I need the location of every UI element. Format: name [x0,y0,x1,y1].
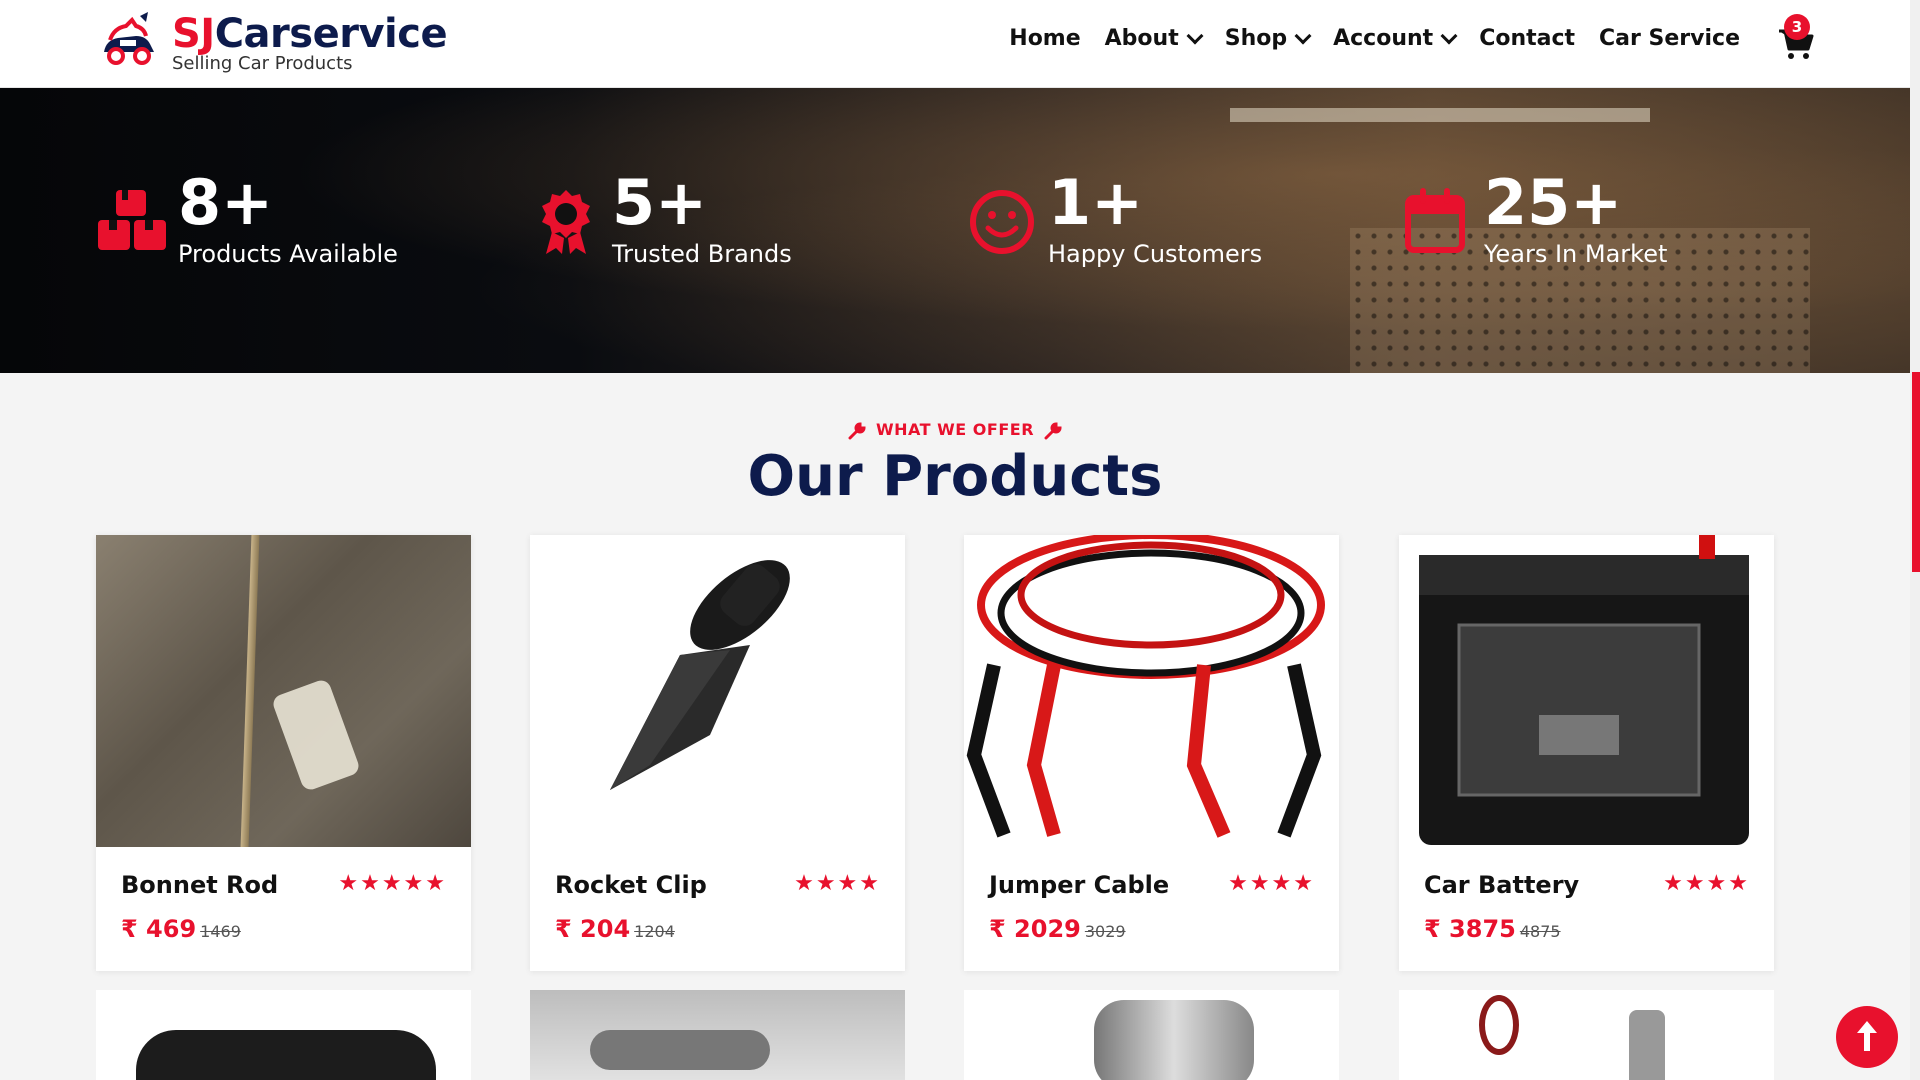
stat-years: 25+ Years In Market [1402,168,1667,268]
stat-products: 8+ Products Available [96,168,398,268]
nav-shop-label: Shop [1224,26,1288,51]
jumper-cable-shape [966,535,1325,838]
price-old: 4875 [1519,922,1561,941]
stat-years-value: 25+ [1484,166,1623,239]
wrench-icon [1044,421,1062,439]
product-price: ₹ 2029 3029 [989,915,1126,943]
chevron-down-icon [1440,27,1458,44]
product-image-car-battery[interactable] [1399,535,1774,847]
rocket-clip-shape [610,560,790,790]
wrench-icon [848,421,866,439]
price-current: ₹ 2029 [989,915,1081,943]
stat-products-value: 8+ [178,166,274,239]
award-icon [542,190,590,254]
stat-products-label: Products Available [178,240,398,268]
stat-years-label: Years In Market [1484,240,1668,268]
scroll-to-top-button[interactable] [1836,1006,1898,1068]
chevron-down-icon [1294,27,1312,44]
product-card-partial[interactable] [530,990,905,1080]
product-card-partial[interactable] [964,990,1339,1080]
price-old: 1469 [200,922,241,941]
stat-brands-label: Trusted Brands [612,240,792,268]
product-card[interactable]: Jumper Cable ★★★★ ₹ 2029 3029 [964,535,1339,971]
product-name[interactable]: Jumper Cable [989,871,1169,899]
product-image-jumper-cable[interactable] [964,535,1339,847]
nav-car-service-label: Car Service [1599,26,1740,51]
nav-account[interactable]: Account [1333,26,1458,51]
nav-home-label: Home [1009,26,1081,51]
rating-stars: ★★★★ [1228,871,1315,896]
product-image-partial [590,1030,770,1070]
site-header: SJCarservice Selling Car Products Home A… [0,0,1910,88]
product-name[interactable]: Bonnet Rod [121,871,278,899]
page-scrollbar[interactable] [1910,0,1920,1080]
nav-home[interactable]: Home [1009,26,1080,51]
product-image-partial [1479,995,1519,1055]
product-card[interactable]: Car Battery ★★★★ ₹ 3875 4875 [1399,535,1774,971]
stat-brands: 5+ Trusted Brands [530,168,792,268]
brand-prefix: SJ [172,11,215,57]
product-image-partial [136,1030,436,1080]
product-name[interactable]: Rocket Clip [555,871,707,899]
stat-customers-value: 1+ [1048,166,1144,239]
calendar-icon [1405,188,1465,253]
nav-contact[interactable]: Contact [1479,26,1575,51]
rating-stars: ★★★★ [794,871,881,896]
stat-customers: 1+ Happy Customers [966,168,1262,268]
product-card-partial[interactable] [1399,990,1774,1080]
product-image-rocket-clip[interactable] [530,535,905,847]
scrollbar-thumb[interactable] [1912,372,1920,572]
price-old: 3029 [1084,922,1126,941]
brand-tagline: Selling Car Products [172,53,353,74]
section-eyebrow-text: WHAT WE OFFER [875,420,1035,439]
rating-stars: ★★★★ [1663,871,1750,896]
stats-banner: 8+ Products Available 5+ Trusted Brands … [0,88,1910,373]
rod-shape [240,535,260,847]
packet-shape [270,677,362,793]
price-current: ₹ 469 [121,915,197,943]
car-battery-shape [1419,535,1749,845]
product-card[interactable]: Rocket Clip ★★★★ ₹ 204 1204 [530,535,905,971]
nav-account-label: Account [1333,26,1434,51]
section-title: Our Products [747,444,1163,509]
product-price: ₹ 469 1469 [121,915,241,943]
brand-name: Carservice [214,11,448,57]
section-eyebrow: WHAT WE OFFER [0,420,1910,440]
rating-stars: ★★★★★ [338,871,447,896]
price-old: 1204 [634,922,675,941]
nav-shop[interactable]: Shop [1224,26,1312,51]
smile-icon [970,190,1034,254]
product-image-bonnet-rod[interactable] [96,535,471,847]
price-current: ₹ 3875 [1424,915,1516,943]
boxes-icon [98,190,166,250]
car-logo-icon [104,12,154,65]
chevron-down-icon [1186,27,1204,44]
product-name[interactable]: Car Battery [1424,871,1579,899]
product-card-partial[interactable] [96,990,471,1080]
price-current: ₹ 204 [555,915,631,943]
cart-count-badge: 3 [1784,14,1810,40]
product-image-partial [1094,1000,1254,1080]
stat-customers-label: Happy Customers [1048,240,1263,268]
product-price: ₹ 204 1204 [555,915,675,943]
site-logo[interactable]: SJCarservice Selling Car Products [96,10,448,76]
stat-brands-value: 5+ [612,166,708,239]
main-nav: Home About Shop Account Contact Car Serv… [1009,26,1740,51]
nav-contact-label: Contact [1479,26,1576,51]
nav-car-service[interactable]: Car Service [1599,26,1740,51]
product-image-partial [1629,1010,1665,1080]
nav-about[interactable]: About [1104,26,1204,51]
nav-about-label: About [1104,26,1179,51]
product-price: ₹ 3875 4875 [1424,915,1561,943]
banner-background-light [1230,108,1650,122]
product-card[interactable]: Bonnet Rod ★★★★★ ₹ 469 1469 [96,535,471,971]
arrow-up-icon [1857,1021,1877,1051]
